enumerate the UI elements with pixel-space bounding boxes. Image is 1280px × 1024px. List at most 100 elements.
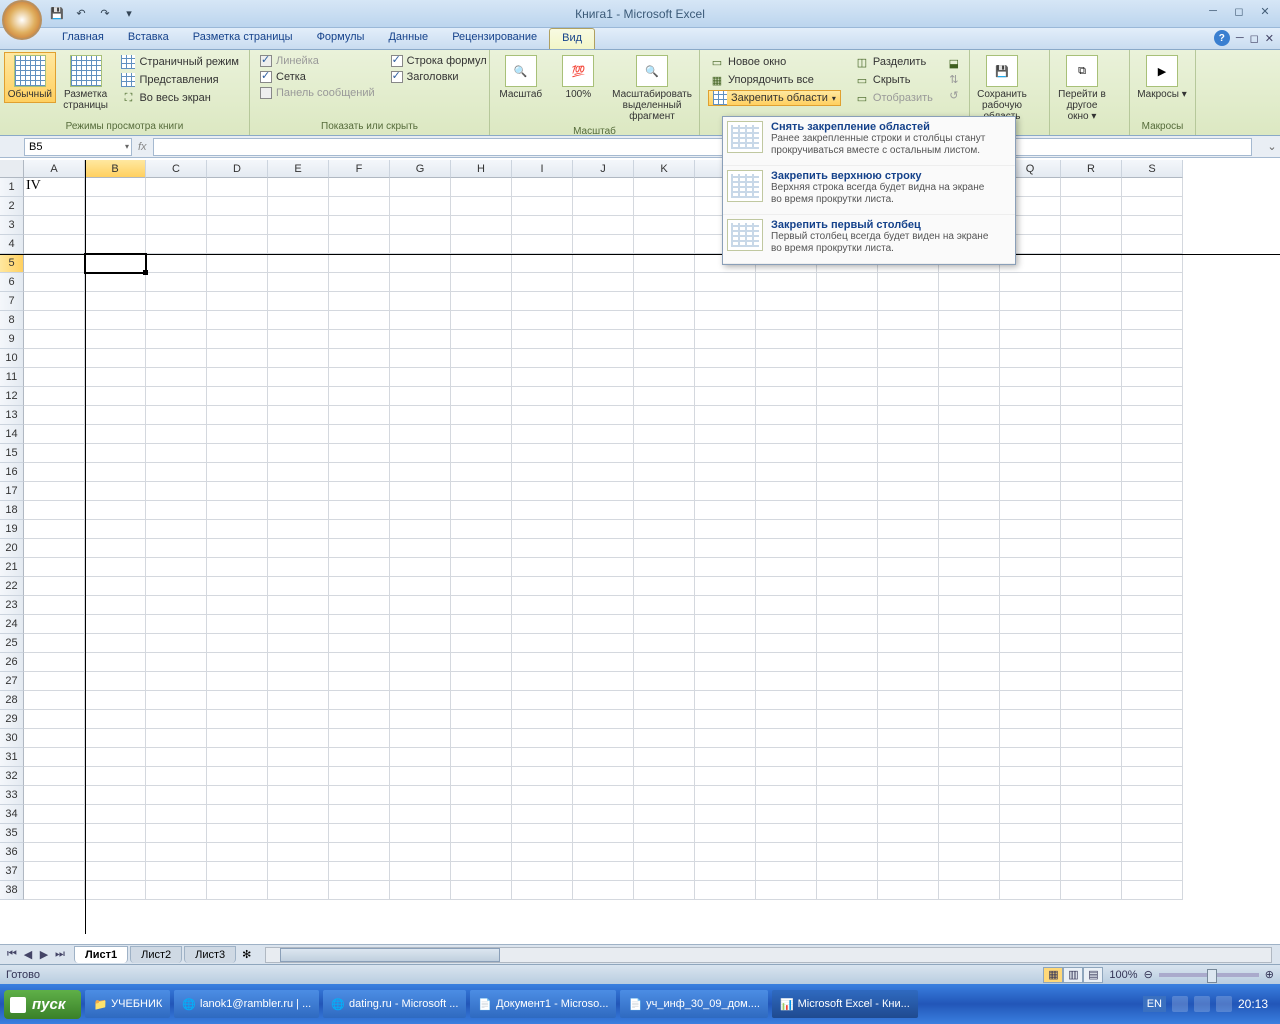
page-layout-icon[interactable]: ▥ [1063,967,1083,983]
cell[interactable] [817,425,878,444]
zoom-100-button[interactable]: 💯 100% [552,52,606,103]
cell[interactable] [634,653,695,672]
cell[interactable] [1122,596,1183,615]
cell[interactable] [939,349,1000,368]
cell[interactable] [146,615,207,634]
cell[interactable] [1122,425,1183,444]
cell[interactable] [329,653,390,672]
cell[interactable] [573,843,634,862]
cell[interactable] [146,824,207,843]
cell[interactable] [634,805,695,824]
cell[interactable] [512,786,573,805]
cell[interactable] [878,406,939,425]
zoom-level[interactable]: 100% [1109,969,1137,981]
cell[interactable] [390,843,451,862]
cell[interactable] [878,767,939,786]
cell[interactable] [85,653,146,672]
cell[interactable] [390,425,451,444]
row-header[interactable]: 25 [0,634,24,653]
cell[interactable] [390,197,451,216]
cell[interactable] [85,178,146,197]
cell[interactable] [939,653,1000,672]
cell[interactable] [1000,843,1061,862]
cell[interactable] [451,558,512,577]
cell[interactable] [878,330,939,349]
cell[interactable] [756,406,817,425]
cell[interactable] [1122,197,1183,216]
cell[interactable] [695,425,756,444]
cell[interactable] [634,691,695,710]
cell[interactable] [451,653,512,672]
cell[interactable] [695,672,756,691]
row-header[interactable]: 28 [0,691,24,710]
taskbar-item[interactable]: 🌐dating.ru - Microsoft ... [323,990,466,1018]
cell[interactable] [1061,482,1122,501]
cell[interactable] [207,767,268,786]
cell[interactable] [207,501,268,520]
cell[interactable] [329,881,390,900]
cell[interactable] [1061,748,1122,767]
cell[interactable] [573,653,634,672]
cell[interactable] [1061,368,1122,387]
cell[interactable] [512,330,573,349]
row-header[interactable]: 7 [0,292,24,311]
zoom-in-icon[interactable]: ⊕ [1265,968,1274,981]
cell[interactable] [451,843,512,862]
cell[interactable] [695,786,756,805]
cell[interactable] [1000,615,1061,634]
cell[interactable] [634,216,695,235]
cell[interactable] [878,292,939,311]
cell[interactable] [573,672,634,691]
cell[interactable] [512,691,573,710]
cell[interactable] [695,273,756,292]
cell[interactable] [695,710,756,729]
cell[interactable] [268,254,329,273]
cell[interactable] [24,463,85,482]
cell[interactable] [573,482,634,501]
cell[interactable] [329,634,390,653]
cell[interactable] [756,824,817,843]
cell[interactable] [207,463,268,482]
cell[interactable] [695,406,756,425]
tab-view[interactable]: Вид [549,28,595,49]
cell[interactable] [939,634,1000,653]
row-header[interactable]: 13 [0,406,24,425]
cell[interactable] [451,634,512,653]
cell[interactable] [573,748,634,767]
row-header[interactable]: 24 [0,615,24,634]
cell[interactable] [329,482,390,501]
cell[interactable] [390,615,451,634]
cell[interactable] [817,881,878,900]
cell[interactable] [939,558,1000,577]
cell[interactable] [24,862,85,881]
cell[interactable] [24,634,85,653]
cell[interactable] [1061,710,1122,729]
cell[interactable] [878,558,939,577]
cell[interactable] [85,824,146,843]
cell[interactable] [939,501,1000,520]
cell[interactable] [634,349,695,368]
tab-home[interactable]: Главная [50,28,116,49]
cell[interactable] [451,311,512,330]
cell[interactable] [329,235,390,254]
cell[interactable] [451,197,512,216]
cell[interactable] [329,406,390,425]
cell[interactable] [451,425,512,444]
cell[interactable] [634,558,695,577]
cell[interactable] [268,387,329,406]
cell[interactable] [207,653,268,672]
cell[interactable] [817,729,878,748]
row-header[interactable]: 5 [0,254,24,273]
cell[interactable] [329,501,390,520]
cell[interactable] [451,539,512,558]
cell[interactable] [817,805,878,824]
row-header[interactable]: 34 [0,805,24,824]
cell[interactable] [390,729,451,748]
row-header[interactable]: 11 [0,368,24,387]
cell[interactable] [207,672,268,691]
cell[interactable] [512,349,573,368]
select-all-button[interactable] [0,160,24,178]
cell[interactable] [146,273,207,292]
cell[interactable] [939,767,1000,786]
cell[interactable] [1000,824,1061,843]
